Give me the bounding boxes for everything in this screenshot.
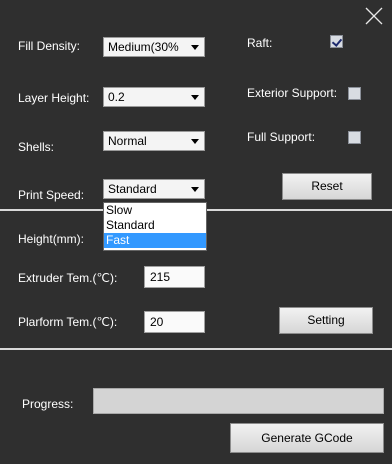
layer-height-label: Layer Height: — [18, 91, 90, 105]
raft-checkbox[interactable] — [330, 35, 343, 48]
fill-density-value: Medium(30% — [108, 40, 179, 54]
print-speed-dropdown: Slow Standard Fast — [103, 202, 207, 251]
shells-select[interactable]: Normal — [103, 131, 205, 151]
fill-density-label: Fill Density: — [18, 39, 81, 53]
close-icon[interactable] — [364, 6, 384, 26]
platform-temp-label: Plarform Tem.(℃): — [18, 315, 118, 329]
full-support-label: Full Support: — [247, 130, 316, 144]
platform-temp-input[interactable]: 20 — [144, 311, 205, 333]
print-speed-label: Print Speed: — [18, 188, 85, 202]
chevron-down-icon — [191, 187, 199, 192]
print-speed-select[interactable]: Standard — [103, 179, 205, 199]
shells-value: Normal — [108, 134, 147, 148]
raft-label: Raft: — [247, 36, 273, 50]
shells-label: Shells: — [18, 140, 55, 154]
exterior-support-label: Exterior Support: — [247, 86, 338, 100]
print-speed-option[interactable]: Fast — [104, 233, 206, 248]
setting-button[interactable]: Setting — [279, 307, 373, 334]
print-speed-option[interactable]: Standard — [104, 218, 206, 233]
height-label: Height(mm): — [18, 232, 85, 246]
fill-density-select[interactable]: Medium(30% — [103, 37, 205, 57]
extruder-temp-input[interactable]: 215 — [144, 266, 205, 288]
progress-label: Progress: — [22, 397, 74, 411]
section-divider — [0, 348, 392, 350]
exterior-support-checkbox[interactable] — [348, 87, 361, 100]
generate-gcode-button[interactable]: Generate GCode — [230, 423, 384, 453]
layer-height-select[interactable]: 0.2 — [103, 87, 205, 107]
chevron-down-icon — [191, 139, 199, 144]
print-speed-option[interactable]: Slow — [104, 203, 206, 218]
chevron-down-icon — [191, 45, 199, 50]
print-speed-value: Standard — [108, 182, 157, 196]
reset-button[interactable]: Reset — [282, 173, 372, 200]
extruder-temp-label: Extruder Tem.(℃): — [18, 271, 118, 285]
full-support-checkbox[interactable] — [348, 131, 361, 144]
chevron-down-icon — [191, 95, 199, 100]
progress-bar — [93, 388, 384, 414]
layer-height-value: 0.2 — [108, 90, 125, 104]
